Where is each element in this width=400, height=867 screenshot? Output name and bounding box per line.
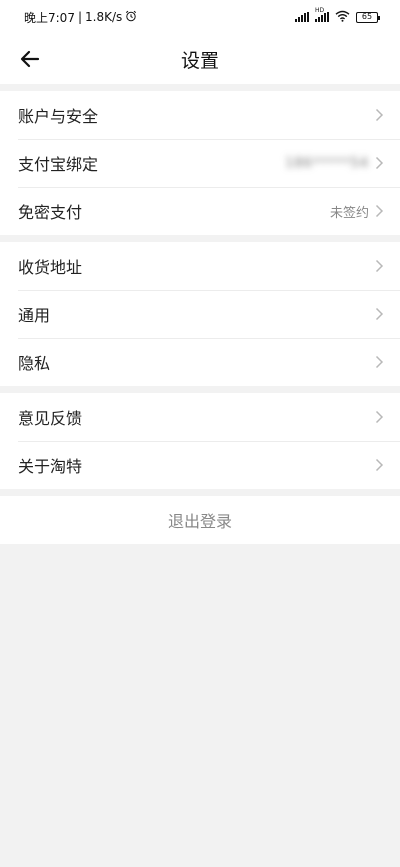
logout-button[interactable]: 退出登录 xyxy=(0,496,400,544)
alarm-icon xyxy=(125,10,137,25)
row-label: 免密支付 xyxy=(18,203,83,222)
status-bar: 晚上7:07 | 1.8K/s HD 65 xyxy=(0,0,400,34)
row-label: 账户与安全 xyxy=(18,107,99,126)
status-speed: 1.8K/s xyxy=(85,10,123,24)
status-right: HD 65 xyxy=(295,7,380,25)
network-hd-label: HD xyxy=(315,7,325,14)
settings-section-about: 意见反馈 关于淘特 xyxy=(0,393,400,489)
chevron-right-icon xyxy=(375,410,384,424)
row-right: 未签约 xyxy=(330,202,384,221)
signal-hd-icon: HD xyxy=(315,7,329,22)
wifi-icon xyxy=(335,10,350,25)
alipay-account-value: 186*****54 xyxy=(285,155,369,171)
signal-icon xyxy=(295,12,309,22)
row-label: 关于淘特 xyxy=(18,457,83,476)
row-privacy[interactable]: 隐私 xyxy=(0,338,400,386)
row-account-security[interactable]: 账户与安全 xyxy=(0,91,400,139)
arrow-left-icon xyxy=(20,50,40,68)
chevron-right-icon xyxy=(375,204,384,218)
chevron-right-icon xyxy=(375,307,384,321)
chevron-right-icon xyxy=(375,259,384,273)
chevron-right-icon xyxy=(375,355,384,369)
row-general[interactable]: 通用 xyxy=(0,290,400,338)
battery-icon: 65 xyxy=(356,11,380,23)
row-alipay-binding[interactable]: 支付宝绑定 186*****54 xyxy=(0,139,400,187)
row-label: 意见反馈 xyxy=(18,409,83,428)
row-label: 隐私 xyxy=(18,354,51,373)
row-shipping-address[interactable]: 收货地址 xyxy=(0,242,400,290)
payment-status-value: 未签约 xyxy=(329,205,369,221)
status-left: 晚上7:07 | 1.8K/s xyxy=(24,9,137,26)
row-right xyxy=(375,108,384,122)
chevron-right-icon xyxy=(375,156,384,170)
status-time: 晚上7:07 xyxy=(24,10,75,25)
settings-screen: 晚上7:07 | 1.8K/s HD 65 设置 账户与安全 支付宝绑定 186… xyxy=(0,0,400,867)
chevron-right-icon xyxy=(375,458,384,472)
settings-section-general: 收货地址 通用 隐私 xyxy=(0,242,400,386)
back-button[interactable] xyxy=(14,43,46,75)
logout-label: 退出登录 xyxy=(167,512,232,531)
row-right: 186*****54 xyxy=(285,156,384,171)
row-password-free-payment[interactable]: 免密支付 未签约 xyxy=(0,187,400,235)
battery-level: 65 xyxy=(361,12,373,21)
row-about[interactable]: 关于淘特 xyxy=(0,441,400,489)
row-feedback[interactable]: 意见反馈 xyxy=(0,393,400,441)
row-label: 收货地址 xyxy=(18,258,83,277)
header: 设置 xyxy=(0,34,400,84)
status-separator: | xyxy=(77,10,82,24)
chevron-right-icon xyxy=(375,108,384,122)
settings-section-account: 账户与安全 支付宝绑定 186*****54 免密支付 未签约 xyxy=(0,91,400,235)
row-label: 支付宝绑定 xyxy=(18,155,99,174)
page-title: 设置 xyxy=(180,49,219,72)
row-label: 通用 xyxy=(18,306,51,325)
